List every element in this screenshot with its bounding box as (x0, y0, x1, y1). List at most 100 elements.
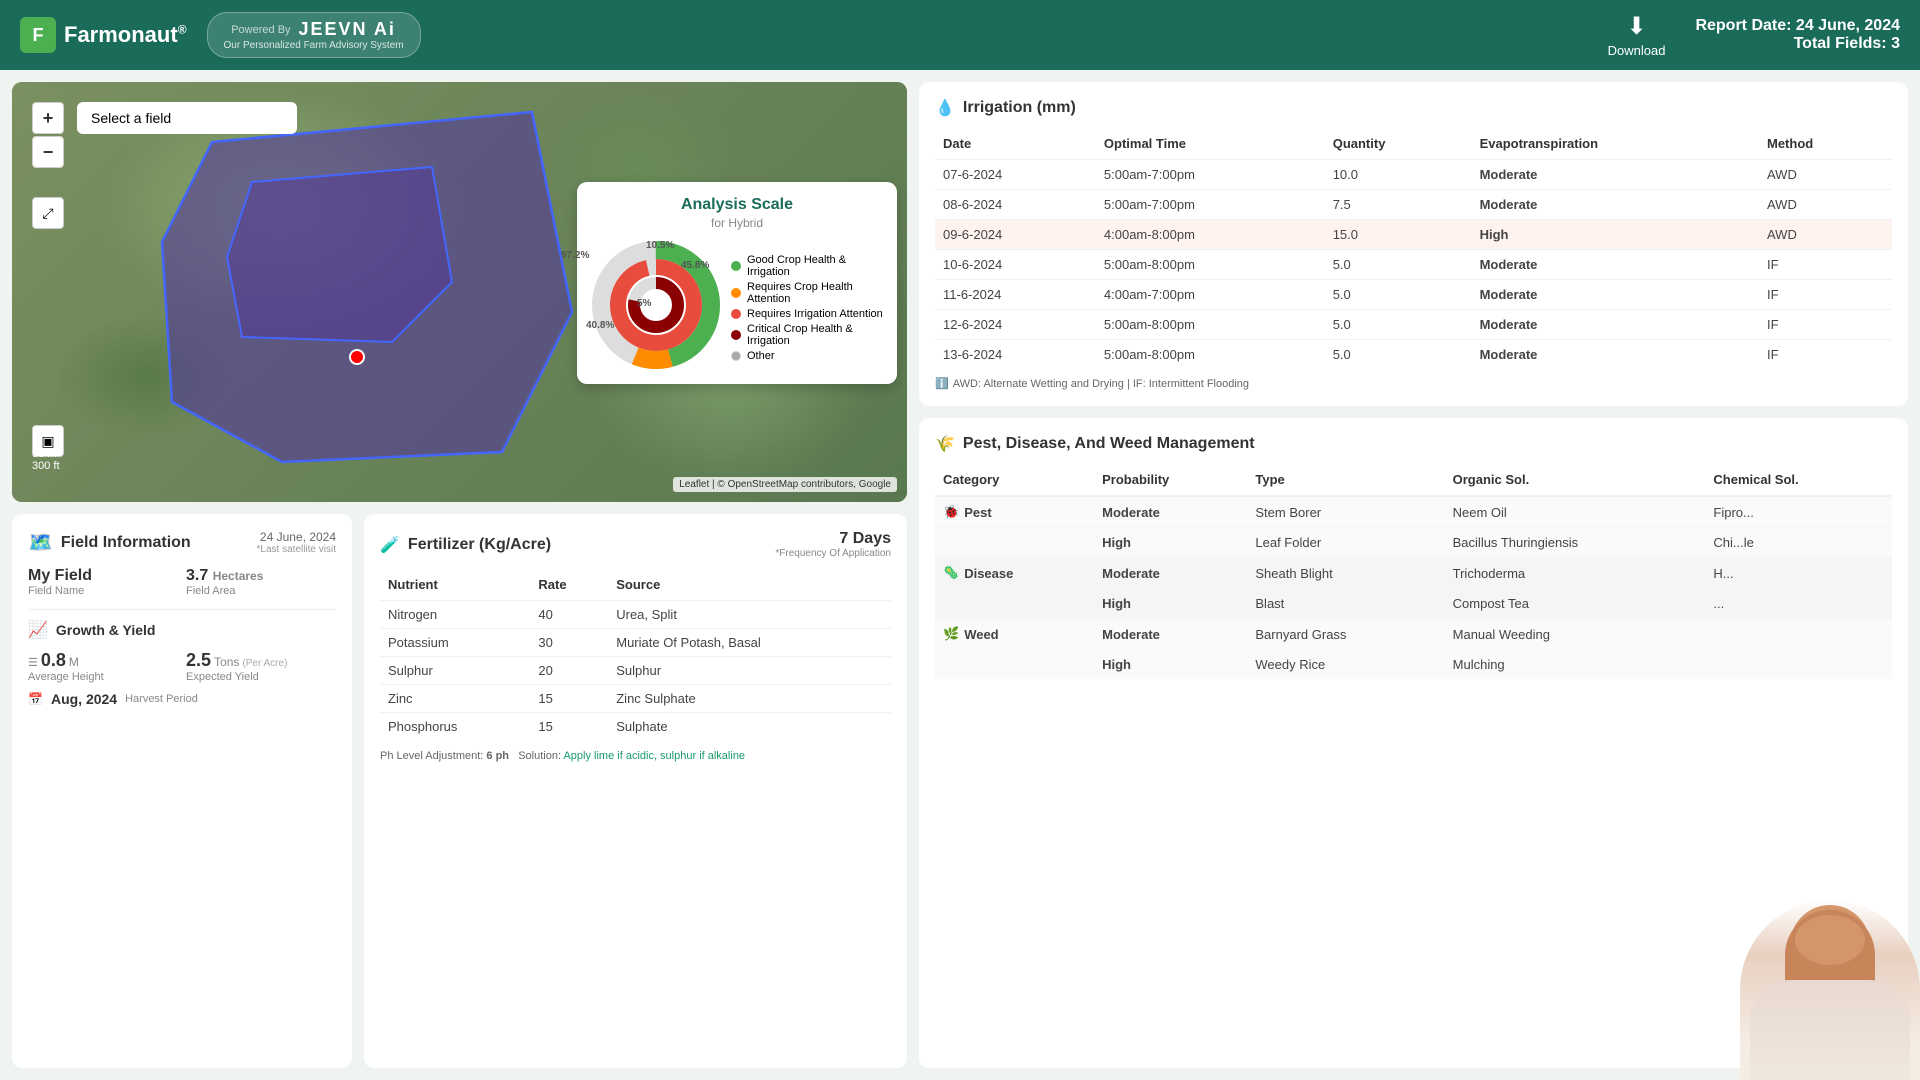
growth-header: 📈 Growth & Yield (28, 620, 336, 640)
jeevn-powered: Powered By (231, 24, 290, 36)
irr-qty: 10.0 (1325, 160, 1472, 190)
irr-time: 4:00am-8:00pm (1096, 220, 1325, 250)
field-area-value: 3.7 Hectares (186, 567, 263, 584)
jeevn-subtitle: Our Personalized Farm Advisory System (224, 40, 404, 51)
report-date: Report Date: 24 June, 2024 (1695, 17, 1900, 35)
irr-col-method: Method (1759, 132, 1892, 160)
pest-col-type: Type (1247, 468, 1444, 496)
fertilizer-title: Fertilizer (Kg/Acre) (408, 536, 551, 554)
table-row: 12-6-2024 5:00am-8:00pm 5.0 Moderate IF (935, 310, 1892, 340)
irr-col-qty: Quantity (1325, 132, 1472, 160)
legend-label-crop-health: Requires Crop Health Attention (747, 281, 883, 305)
field-name-label: Field Name (28, 585, 178, 597)
legend-label-other: Other (747, 350, 775, 362)
legend-item-irrigation: Requires Irrigation Attention (731, 308, 883, 320)
irr-col-time: Optimal Time (1096, 132, 1325, 160)
irr-method: AWD (1759, 220, 1892, 250)
nutrient-cell: Phosphorus (380, 713, 530, 741)
prob-cell: Moderate (1094, 558, 1247, 589)
type-cell: Blast (1247, 589, 1444, 619)
map-container: + − ⤢ ▣ 50 m 300 ft Select a field Leafl… (12, 82, 907, 502)
source-cell: Muriate Of Potash, Basal (608, 629, 891, 657)
field-date: 24 June, 2024 *Last satellite visit (257, 530, 336, 555)
download-label: Download (1608, 43, 1666, 58)
field-selector[interactable]: Select a field (77, 102, 297, 134)
irr-method: AWD (1759, 160, 1892, 190)
fertilizer-footer: Ph Level Adjustment: 6 ph Solution: Appl… (380, 750, 891, 762)
legend-item-other: Other (731, 350, 883, 362)
growth-section: 📈 Growth & Yield ☰ 0.8 M Average Height (28, 620, 336, 707)
table-row: Sulphur 20 Sulphur (380, 657, 891, 685)
irr-time: 5:00am-8:00pm (1096, 340, 1325, 370)
field-info-icon: 🗺️ (28, 530, 53, 555)
left-column: + − ⤢ ▣ 50 m 300 ft Select a field Leafl… (12, 82, 907, 1068)
category-cell-empty (935, 528, 1094, 558)
organic-cell: Mulching (1445, 650, 1706, 680)
rate-cell: 40 (530, 601, 608, 629)
irr-et: Moderate (1472, 310, 1759, 340)
irr-method: IF (1759, 310, 1892, 340)
height-icon: ☰ (28, 656, 38, 669)
irr-et: Moderate (1472, 190, 1759, 220)
zoom-in-button[interactable]: + (32, 102, 64, 134)
fullscreen-button[interactable]: ⤢ (32, 197, 64, 229)
growth-icon: 📈 (28, 620, 48, 640)
map-zoom-controls: + − (32, 102, 64, 168)
zoom-out-button[interactable]: − (32, 136, 64, 168)
prob-cell: High (1094, 650, 1247, 680)
irr-qty: 5.0 (1325, 310, 1472, 340)
irr-date: 08-6-2024 (935, 190, 1096, 220)
source-cell: Zinc Sulphate (608, 685, 891, 713)
category-cell: 🐞 Pest (935, 496, 1094, 528)
irr-time: 5:00am-7:00pm (1096, 190, 1325, 220)
pest-col-chemical: Chemical Sol. (1705, 468, 1892, 496)
category-cell-empty (935, 650, 1094, 680)
download-icon: ⬇ (1626, 12, 1646, 41)
nutrient-cell: Nitrogen (380, 601, 530, 629)
table-row: 🐞 Pest Moderate Stem Borer Neem Oil Fipr… (935, 496, 1892, 528)
table-row: Phosphorus 15 Sulphate (380, 713, 891, 741)
irr-time: 5:00am-8:00pm (1096, 310, 1325, 340)
harvest-row: 📅 Aug, 2024 Harvest Period (28, 691, 336, 707)
pest-col-organic: Organic Sol. (1445, 468, 1706, 496)
fertilizer-icon: 🧪 (380, 535, 400, 555)
nutrient-cell: Zinc (380, 685, 530, 713)
table-row: 09-6-2024 4:00am-8:00pm 15.0 High AWD (935, 220, 1892, 250)
prob-cell: High (1094, 589, 1247, 619)
irr-time: 5:00am-7:00pm (1096, 160, 1325, 190)
rate-cell: 15 (530, 685, 608, 713)
table-row: Potassium 30 Muriate Of Potash, Basal (380, 629, 891, 657)
field-select-input[interactable]: Select a field (77, 102, 297, 134)
table-row: 🦠 Disease Moderate Sheath Blight Trichod… (935, 558, 1892, 589)
solution-label: Solution: (518, 750, 561, 762)
harvest-value: Aug, 2024 (51, 691, 117, 707)
irr-date: 12-6-2024 (935, 310, 1096, 340)
field-info-header: 🗺️ Field Information 24 June, 2024 *Last… (28, 530, 336, 555)
fertilizer-header: 🧪 Fertilizer (Kg/Acre) 7 Days *Frequency… (380, 530, 891, 559)
field-name-item: My Field Field Name (28, 567, 178, 597)
pest-icon: 🌾 (935, 434, 955, 454)
pct-label-3: 45.8% (681, 260, 709, 271)
analysis-subtitle: for Hybrid (591, 216, 883, 230)
logo-icon: F (20, 17, 56, 53)
download-button[interactable]: ⬇ Download (1608, 12, 1666, 58)
yield-unit: Tons (214, 655, 239, 669)
irr-date: 13-6-2024 (935, 340, 1096, 370)
prob-cell: Moderate (1094, 619, 1247, 650)
category-cell: 🌿 Weed (935, 619, 1094, 650)
irrigation-header: 💧 Irrigation (mm) (935, 98, 1892, 118)
logo-text: Farmonaut® (64, 22, 187, 48)
info-icon: ℹ️ (935, 377, 949, 390)
pct-label-5: 40.8% (586, 320, 614, 331)
irr-qty: 15.0 (1325, 220, 1472, 250)
irr-method: AWD (1759, 190, 1892, 220)
rate-cell: 30 (530, 629, 608, 657)
analysis-title: Analysis Scale (591, 196, 883, 214)
pct-label-4: 5% (637, 298, 651, 309)
calendar-icon: 📅 (28, 692, 43, 706)
table-row: 07-6-2024 5:00am-7:00pm 10.0 Moderate AW… (935, 160, 1892, 190)
chemical-cell: ... (1705, 589, 1892, 619)
irr-method: IF (1759, 250, 1892, 280)
col-rate: Rate (530, 573, 608, 601)
growth-title: Growth & Yield (56, 622, 156, 638)
